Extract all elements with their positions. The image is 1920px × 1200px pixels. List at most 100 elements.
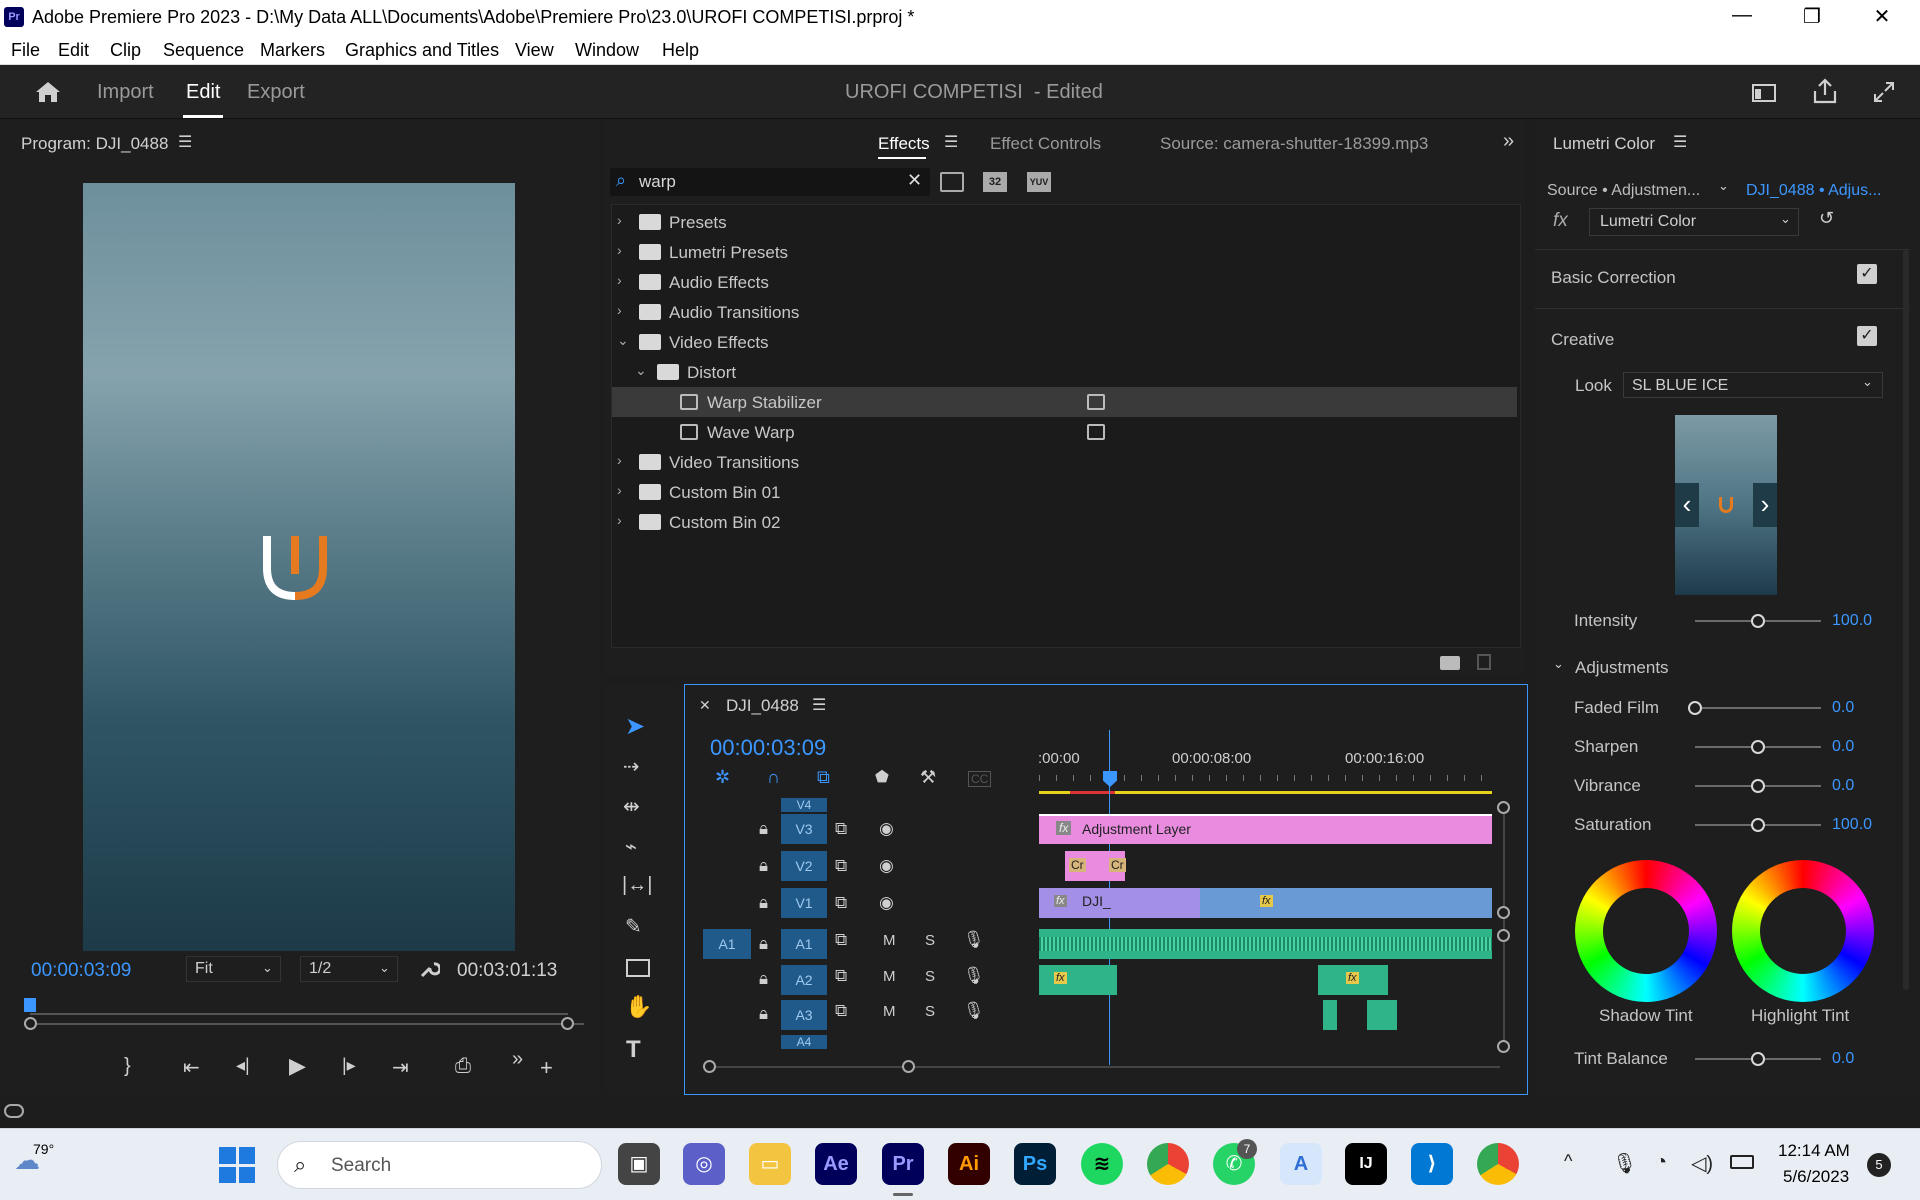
tab-source[interactable]: Source: camera-shutter-18399.mp3 [1160,134,1428,154]
saturation-value[interactable]: 100.0 [1832,816,1872,834]
timeline-playhead[interactable] [1103,771,1117,787]
target-clip-selector[interactable]: DJI_0488 • Adjus... [1746,182,1881,200]
tree-item-video-transitions[interactable]: › Video Transitions [612,447,1517,477]
a-scroll-handle[interactable] [1497,1040,1510,1053]
tree-item-audio-effects[interactable]: › Audio Effects [612,267,1517,297]
timeline-vertical-scroll[interactable] [1503,801,1505,1051]
effect-dropdown[interactable]: Lumetri Color ⌄ [1589,208,1799,236]
chevron-down-icon[interactable]: ⌄ [635,362,647,379]
mute-button[interactable]: M [883,968,896,985]
show-hidden-icons[interactable]: ^ [1564,1151,1572,1172]
menu-markers[interactable]: Markers [260,40,325,61]
tab-effect-controls[interactable]: Effect Controls [990,134,1101,154]
track-v4-label[interactable]: V4 [781,798,827,812]
tree-item-presets[interactable]: › Presets [612,207,1517,237]
lock-icon[interactable]: 🔒︎ [759,893,768,913]
mute-button[interactable]: M [883,932,896,949]
more-tabs-icon[interactable]: » [1503,130,1514,153]
lock-icon[interactable]: 🔒︎ [759,1004,768,1024]
sync-lock-icon[interactable]: ⧉ [835,893,847,913]
eye-icon[interactable]: ◉ [879,856,894,876]
lock-icon[interactable]: 🔒︎ [759,934,768,954]
track-a2-label[interactable]: A2 [781,965,827,995]
graphics-clip[interactable]: Cr Cr [1065,851,1126,881]
v1-clip-dji[interactable]: fx DJI_ [1039,888,1200,918]
track-v1-label[interactable]: V1 [781,888,827,918]
close-window-button[interactable]: ✕ [1862,4,1902,29]
chrome-icon[interactable] [1147,1143,1189,1185]
close-sequence-icon[interactable]: ✕ [699,697,711,714]
clear-search-icon[interactable]: ✕ [907,170,922,191]
track-v2-label[interactable]: V2 [781,851,827,881]
a3-audio-clip-2[interactable] [1367,1000,1397,1030]
tree-item-lumetri-presets[interactable]: › Lumetri Presets [612,237,1517,267]
share-icon[interactable] [1812,77,1838,105]
faded-film-slider-knob[interactable] [1688,701,1702,715]
premiere-pro-taskbar-icon[interactable]: Pr [882,1143,924,1185]
linked-selection-icon[interactable]: ⧉ [817,767,830,788]
v-scroll-handle[interactable] [1497,906,1510,919]
tree-item-custom-bin-01[interactable]: › Custom Bin 01 [612,477,1517,507]
a3-audio-clip[interactable] [1323,1000,1337,1030]
more-controls-icon[interactable]: » [512,1048,523,1071]
solo-button[interactable]: S [925,968,935,985]
look-dropdown[interactable]: SL BLUE ICE ⌄ [1623,372,1883,398]
chevron-right-icon[interactable]: › [617,212,622,228]
volume-icon[interactable]: ◁) [1691,1151,1713,1176]
zoom-handle-left[interactable] [24,1017,37,1030]
tree-item-distort[interactable]: ⌄ Distort [612,357,1517,387]
source-patch-a1[interactable]: A1 [703,929,751,959]
home-icon[interactable] [34,80,62,104]
maximize-button[interactable]: ❐ [1792,4,1832,29]
lumetri-menu-icon[interactable]: ☰ [1673,132,1687,152]
chevron-down-icon[interactable]: ⌄ [1553,656,1564,672]
timeline-horizontal-scroll[interactable] [710,1066,1500,1068]
vscode-icon[interactable]: ⟩ [1411,1143,1453,1185]
effects-search-input[interactable] [639,171,889,193]
track-select-tool-icon[interactable]: ⇢ [623,754,640,779]
notifications-badge[interactable]: 5 [1867,1153,1891,1177]
v1-clip-sequence[interactable]: fx [1200,888,1492,918]
mark-out-icon[interactable]: } [124,1055,131,1078]
sequence-name[interactable]: DJI_0488 [726,696,799,716]
razor-tool-icon[interactable]: ⌁ [625,834,637,859]
new-bin-icon[interactable] [1440,656,1460,670]
faded-film-value[interactable]: 0.0 [1832,699,1854,717]
eye-icon[interactable]: ◉ [879,893,894,913]
snap-icon[interactable]: ∩ [767,767,780,788]
export-frame-icon[interactable]: ⎙ [455,1055,471,1078]
wheel-center[interactable] [1603,888,1689,974]
microphone-icon[interactable]: 🎙︎ [963,966,985,986]
play-icon[interactable]: ▶ [289,1053,306,1079]
photoshop-icon[interactable]: Ps [1014,1143,1056,1185]
taskbar-time[interactable]: 12:14 AM [1778,1141,1850,1161]
menu-graphics-titles[interactable]: Graphics and Titles [345,40,499,61]
app-store-icon[interactable]: A [1280,1143,1322,1185]
chevron-down-icon[interactable]: ⌄ [1718,178,1729,194]
next-look-icon[interactable]: › [1753,483,1777,527]
vibrance-slider-knob[interactable] [1751,779,1765,793]
menu-help[interactable]: Help [662,40,699,61]
yuv-effects-icon[interactable]: YUV [1027,172,1051,192]
microphone-tray-icon[interactable]: 🎙︎ [1612,1151,1637,1176]
tree-item-audio-transitions[interactable]: › Audio Transitions [612,297,1517,327]
track-v3-label[interactable]: V3 [781,814,827,844]
saturation-slider-knob[interactable] [1751,818,1765,832]
type-tool-icon[interactable]: T [626,1036,641,1064]
chevron-right-icon[interactable]: › [617,272,622,288]
weather-temp[interactable]: 79° [33,1141,54,1157]
tab-effects[interactable]: Effects [878,134,930,154]
captions-icon[interactable]: CC [968,771,992,787]
slip-tool-icon[interactable]: |↔| [622,874,652,897]
sharpen-value[interactable]: 0.0 [1832,738,1854,756]
microphone-icon[interactable]: 🎙︎ [963,930,985,950]
chevron-down-icon[interactable]: ⌄ [617,332,629,349]
highlight-tint-wheel[interactable] [1732,860,1874,1002]
vibrance-value[interactable]: 0.0 [1832,777,1854,795]
tab-import[interactable]: Import [97,81,154,104]
timeline-menu-icon[interactable]: ☰ [812,695,826,715]
menu-clip[interactable]: Clip [110,40,141,61]
reset-icon[interactable]: ↺ [1819,208,1834,229]
fullscreen-icon[interactable] [1872,80,1896,104]
wrench-icon[interactable] [418,958,440,980]
